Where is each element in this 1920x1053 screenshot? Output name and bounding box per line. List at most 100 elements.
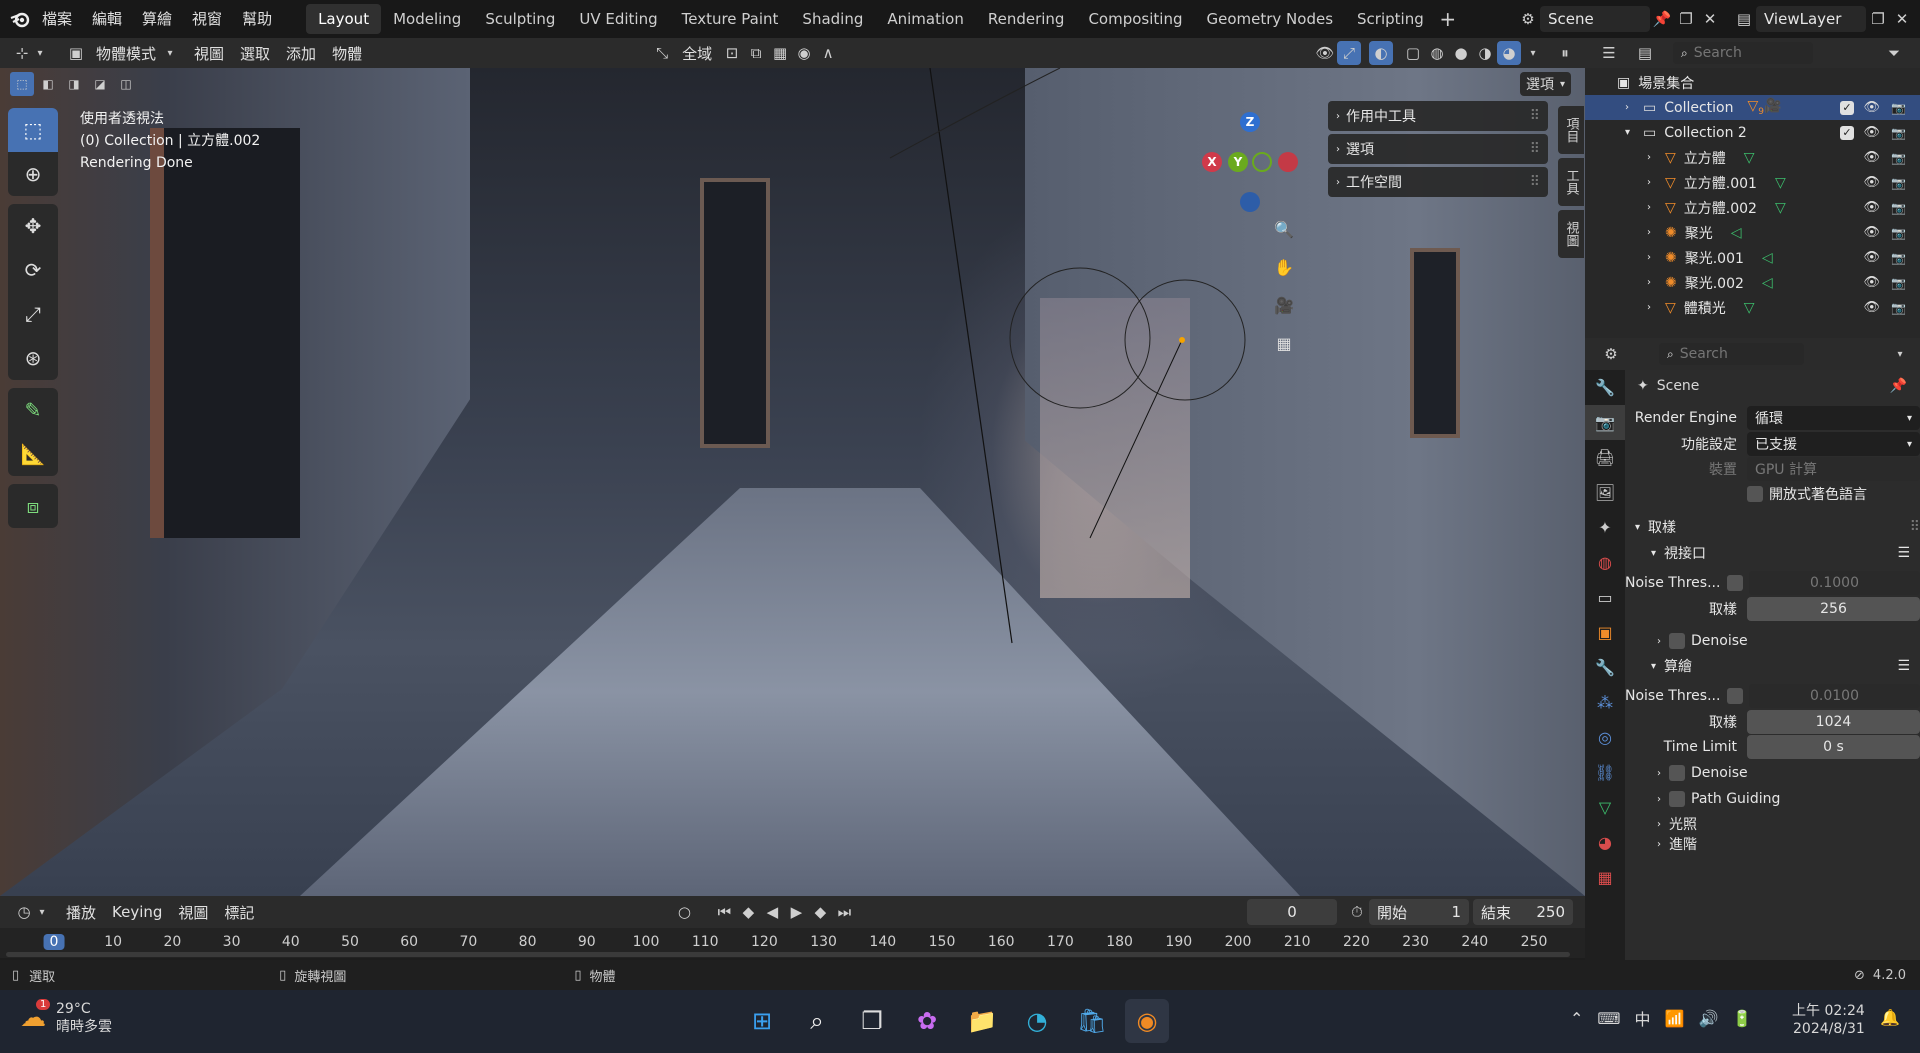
render-visibility-icon[interactable]: 📷: [1891, 176, 1906, 190]
drag-handle-icon[interactable]: ⠿: [1530, 108, 1540, 124]
pivot-point-icon[interactable]: ⊡: [720, 41, 744, 65]
orientation-selector[interactable]: 全域: [674, 43, 720, 64]
next-keyframe-icon[interactable]: ◆: [808, 900, 832, 924]
scale-tool-icon[interactable]: ⤢: [8, 292, 58, 336]
select-subtract-icon[interactable]: ◨: [62, 72, 86, 96]
render-visibility-icon[interactable]: 📷: [1891, 101, 1906, 115]
render-visibility-icon[interactable]: 📷: [1891, 251, 1906, 265]
render-subsection-header[interactable]: ▾ 算繪 ☰: [1625, 653, 1920, 679]
tool-tab-icon[interactable]: 🔧: [1585, 370, 1625, 405]
wifi-icon[interactable]: 📶: [1665, 1009, 1685, 1028]
eye-visibility-icon[interactable]: 👁: [1863, 150, 1880, 165]
constraints-tab-icon[interactable]: ⛓: [1585, 755, 1625, 790]
exclude-checkbox[interactable]: ✓: [1840, 100, 1854, 115]
render-noise-field[interactable]: 0.0100: [1749, 684, 1920, 708]
filter-icon[interactable]: ⏷: [1882, 41, 1906, 65]
chevron-right-icon[interactable]: ›: [1647, 302, 1661, 313]
jump-start-icon[interactable]: ⏮: [712, 900, 736, 924]
chevron-down-icon[interactable]: ▾: [1888, 342, 1912, 366]
texture-tab-icon[interactable]: ▦: [1585, 860, 1625, 895]
tab-texture-paint[interactable]: Texture Paint: [670, 4, 791, 34]
display-mode-icon[interactable]: ▤: [1633, 41, 1657, 65]
outliner-row[interactable]: ▾ ▭ Collection 2 ✓ 👁 📷: [1585, 120, 1920, 145]
copilot-icon[interactable]: ✿: [905, 999, 949, 1043]
select-extend-icon[interactable]: ◧: [36, 72, 60, 96]
keyboard-icon[interactable]: ⌨: [1597, 1009, 1620, 1028]
modifier-tab-icon[interactable]: 🔧: [1585, 650, 1625, 685]
solid-shading-icon[interactable]: ●: [1449, 41, 1473, 65]
drag-handle-icon[interactable]: ⠿: [1530, 174, 1540, 190]
playhead-current-frame[interactable]: 0: [43, 934, 65, 950]
viewport-noise-checkbox[interactable]: [1727, 575, 1743, 591]
rotate-tool-icon[interactable]: ⟳: [8, 248, 58, 292]
windows-start-icon[interactable]: ⊞: [740, 999, 784, 1043]
drag-handle-icon[interactable]: ⠿: [1530, 141, 1540, 157]
blender-app-icon[interactable]: ◉: [1125, 999, 1169, 1043]
menu-playback[interactable]: 播放: [58, 902, 104, 923]
properties-search-field[interactable]: ⌕: [1659, 343, 1804, 365]
store-icon[interactable]: 🛍: [1070, 999, 1114, 1043]
npanel-tab-view[interactable]: 視圖: [1558, 210, 1584, 258]
axis-y-icon[interactable]: Y: [1228, 152, 1248, 172]
jump-end-icon[interactable]: ⏭: [832, 900, 856, 924]
npanel-active-tool[interactable]: › 作用中工具 ⠿: [1328, 101, 1548, 131]
outliner-row[interactable]: › ✺ 聚光.002 ◁ 👁 📷: [1585, 270, 1920, 295]
viewport-samples-field[interactable]: 256: [1747, 597, 1920, 621]
preview-range-icon[interactable]: ⏱: [1345, 900, 1369, 924]
frame-end-field[interactable]: 結束 250: [1473, 899, 1573, 925]
menu-marker[interactable]: 標記: [216, 902, 262, 923]
data-tab-icon[interactable]: ▽: [1585, 790, 1625, 825]
npanel-tab-tool[interactable]: 工具: [1558, 158, 1584, 206]
feature-set-dropdown[interactable]: 已支援 ▾: [1747, 432, 1920, 456]
npanel-options[interactable]: › 選項 ⠿: [1328, 134, 1548, 164]
volume-icon[interactable]: 🔊: [1698, 1009, 1718, 1028]
eye-visibility-icon[interactable]: 👁: [1863, 300, 1880, 315]
transform-tool-icon[interactable]: ⊛: [8, 336, 58, 380]
auto-keying-icon[interactable]: ○: [672, 900, 696, 924]
timeline-scrollbar[interactable]: [6, 952, 1570, 957]
eye-visibility-icon[interactable]: 👁: [1863, 200, 1880, 215]
prev-keyframe-icon[interactable]: ◆: [736, 900, 760, 924]
gizmo-toggle-icon[interactable]: ⤢: [1337, 41, 1361, 65]
pin-scene-icon[interactable]: 📌: [1650, 7, 1674, 31]
path-guiding-checkbox[interactable]: [1669, 791, 1685, 807]
tab-compositing[interactable]: Compositing: [1076, 4, 1194, 34]
menu-edit[interactable]: 編輯: [82, 0, 132, 38]
render-visibility-icon[interactable]: 📷: [1891, 151, 1906, 165]
outliner-row[interactable]: › ▽ 體積光 ▽ 👁 📷: [1585, 295, 1920, 320]
camera-view-icon[interactable]: 🎥: [1268, 289, 1300, 321]
current-frame-field[interactable]: 0: [1247, 899, 1337, 925]
sampling-section-header[interactable]: ▾ 取樣 ⠿: [1625, 514, 1920, 540]
chevron-right-icon[interactable]: ›: [1647, 152, 1661, 163]
menu-window[interactable]: 視窗: [182, 0, 232, 38]
axis-z-icon[interactable]: Z: [1240, 112, 1260, 132]
menu-file[interactable]: 檔案: [32, 0, 82, 38]
material-tab-icon[interactable]: ◕: [1585, 825, 1625, 860]
list-icon[interactable]: ☰: [1897, 545, 1910, 561]
pause-render-icon[interactable]: ⏸: [1553, 41, 1577, 65]
ime-indicator[interactable]: 中: [1635, 1006, 1651, 1030]
chevron-right-icon[interactable]: ›: [1647, 227, 1661, 238]
select-intersect-icon[interactable]: ◫: [114, 72, 138, 96]
tab-animation[interactable]: Animation: [875, 4, 975, 34]
output-tab-icon[interactable]: 🖨: [1585, 440, 1625, 475]
tab-shading[interactable]: Shading: [790, 4, 875, 34]
edge-browser-icon[interactable]: ◔: [1015, 999, 1059, 1043]
chevron-right-icon[interactable]: ›: [1647, 277, 1661, 288]
overlay-toggle-icon[interactable]: ◐: [1369, 41, 1393, 65]
pan-hand-icon[interactable]: ✋: [1268, 251, 1300, 283]
snap-target-icon[interactable]: ▦: [768, 41, 792, 65]
render-noise-checkbox[interactable]: [1727, 688, 1743, 704]
path-guiding-header[interactable]: › Path Guiding: [1625, 786, 1920, 812]
notification-bell-icon[interactable]: 🔔: [1880, 1008, 1900, 1027]
menu-select[interactable]: 選取: [232, 43, 278, 64]
add-cube-tool-icon[interactable]: ⧈: [8, 484, 58, 528]
select-box-tool-icon[interactable]: ⬚: [8, 108, 58, 152]
axis-neg-z-icon[interactable]: [1240, 192, 1260, 212]
render-visibility-icon[interactable]: 📷: [1891, 301, 1906, 315]
view-layer-tab-icon[interactable]: 🖼: [1585, 475, 1625, 510]
eye-visibility-icon[interactable]: 👁: [1863, 125, 1880, 140]
outliner-search-input[interactable]: [1693, 45, 1794, 61]
chevron-right-icon[interactable]: ›: [1647, 202, 1661, 213]
mode-selector[interactable]: 物體模式: [88, 43, 164, 64]
